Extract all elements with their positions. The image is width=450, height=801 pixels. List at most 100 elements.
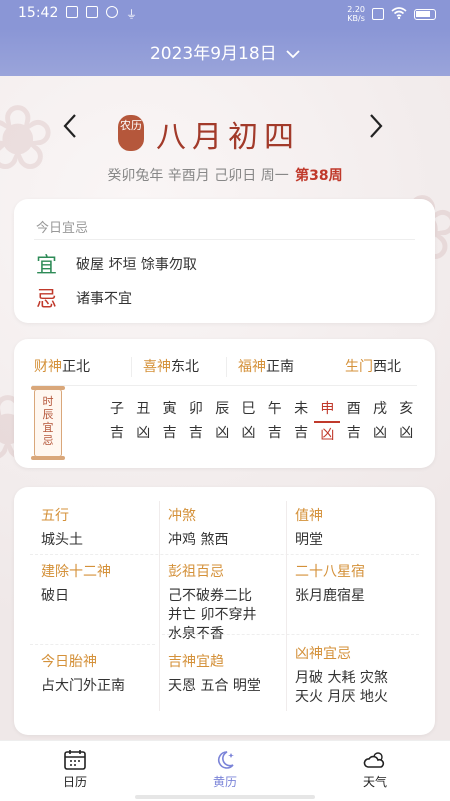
- shichen-luck: 吉: [110, 425, 124, 441]
- shichen-zhi: 午: [267, 401, 282, 417]
- calendar-icon: [63, 749, 87, 771]
- shichen-hour: 酉吉: [341, 397, 367, 445]
- shichen-luck: 吉: [162, 425, 177, 441]
- shichen-zhi: 亥: [399, 401, 414, 417]
- gods-hours-card[interactable]: 财神正北 喜神东北 福神正南 生门西北 时辰宜忌 子吉丑凶寅吉卯吉辰凶巳凶午吉未…: [14, 339, 435, 468]
- chevron-left-icon[interactable]: [62, 112, 78, 148]
- chongsha-cell: 冲煞 冲鸡 煞西: [168, 505, 228, 550]
- divider: [32, 385, 417, 386]
- shichen-hour: 辰凶: [209, 397, 235, 445]
- god-cai: 财神正北: [34, 359, 90, 375]
- xiongshen-cell: 凶神宜忌 月破 大耗 灾煞 天火 月厌 地火: [295, 643, 388, 707]
- xiongshen-value: 月破 大耗 灾煞 天火 月厌 地火: [295, 670, 388, 705]
- shichen-luck: 吉: [346, 425, 361, 441]
- shichen-hour: 亥凶: [393, 397, 419, 445]
- divider: [159, 501, 160, 711]
- battery-icon: [414, 8, 436, 20]
- notification-icons: ⏚: [66, 6, 137, 22]
- shichen-hour: 卯吉: [183, 397, 209, 445]
- xiongshen-label: 凶神宜忌: [295, 646, 351, 662]
- jianchu-cell: 建除十二神 破日: [41, 561, 111, 606]
- shichen-scroll-label: 时辰宜忌: [31, 386, 65, 460]
- shichen-zhi: 辰: [215, 401, 230, 417]
- shichen-luck: 凶: [399, 425, 414, 441]
- usb-icon: ⏚: [126, 8, 137, 21]
- shichen-zhi: 未: [294, 401, 309, 417]
- today-yiji-card[interactable]: 今日宜忌 宜 破屋 坏垣 馀事勿取 忌 诸事不宜: [14, 199, 435, 323]
- wuxing-cell: 五行 城头土: [41, 505, 83, 550]
- tab-almanac[interactable]: 黄历: [175, 747, 275, 790]
- date-selector[interactable]: 2023年9月18日: [0, 39, 450, 64]
- shichen-zhi: 丑: [136, 401, 151, 417]
- shichen-zhi: 酉: [346, 401, 361, 417]
- shichen-luck: 吉: [188, 425, 203, 441]
- jianchu-value: 破日: [41, 588, 69, 604]
- pengzu-label: 彭祖百忌: [168, 564, 224, 580]
- scroll-cap: [31, 386, 65, 390]
- status-bar: 15:42 ⏚ 2.20 KB/s: [0, 0, 450, 28]
- lunar-date: 八月初四: [156, 120, 300, 155]
- shichen-luck: 凶: [241, 425, 256, 441]
- current-date: 2023年9月18日: [149, 44, 277, 64]
- ganzhi-text: 癸卯兔年 辛酉月 己卯日 周一: [107, 168, 289, 184]
- shichen-zhi: 寅: [162, 401, 177, 417]
- shichen-luck: 吉: [267, 425, 282, 441]
- divider: [30, 554, 419, 555]
- shichen-luck: 凶: [136, 425, 151, 441]
- zhishen-cell: 值神 明堂: [295, 505, 323, 550]
- ji-mark: 忌: [36, 287, 57, 311]
- tab-weather[interactable]: 天气: [325, 747, 425, 790]
- home-indicator[interactable]: [135, 795, 315, 799]
- chevron-right-icon[interactable]: [368, 112, 384, 148]
- yiji-title: 今日宜忌: [36, 221, 89, 236]
- xingxiu-value: 张月鹿宿星: [295, 588, 365, 604]
- shichen-zhi: 卯: [188, 401, 203, 417]
- divider: [34, 239, 415, 240]
- sync-icon: [106, 6, 118, 18]
- chongsha-value: 冲鸡 煞西: [168, 532, 229, 548]
- net-speed: 2.20 KB/s: [347, 5, 365, 23]
- sim-icon: [372, 8, 384, 20]
- divider: [286, 501, 287, 711]
- ganzhi-line: 癸卯兔年 辛酉月 己卯日 周一 第38周: [0, 165, 450, 185]
- header: 2023年9月18日: [0, 28, 450, 76]
- taishen-label: 今日胎神: [41, 654, 97, 670]
- divider: [30, 644, 155, 645]
- pengzu-cell: 彭祖百忌 己不破券二比 并亡 卯不穿井 水泉不香: [168, 561, 256, 644]
- god-shengmen: 生门西北: [345, 359, 401, 375]
- zhishen-value: 明堂: [295, 532, 323, 548]
- ji-text: 诸事不宜: [76, 291, 132, 307]
- moon-star-icon: [213, 749, 237, 771]
- shichen-label-text: 时辰宜忌: [42, 395, 54, 447]
- yi-mark: 宜: [36, 253, 57, 277]
- shichen-hour: 子吉: [104, 397, 130, 445]
- system-icons: 2.20 KB/s: [347, 5, 436, 23]
- shichen-zhi: 子: [110, 401, 124, 417]
- zhishen-label: 值神: [295, 508, 323, 524]
- jishen-value: 天恩 五合 明堂: [168, 678, 261, 694]
- wuxing-value: 城头土: [41, 532, 83, 548]
- tab-almanac-label: 黄历: [212, 775, 237, 789]
- jishen-cell: 吉神宜趋 天恩 五合 明堂: [168, 651, 261, 696]
- shichen-zhi: 巳: [241, 401, 256, 417]
- wifi-icon: [391, 6, 407, 22]
- tab-weather-label: 天气: [362, 775, 387, 789]
- chongsha-label: 冲煞: [168, 508, 196, 524]
- shichen-hour: 丑凶: [130, 397, 156, 445]
- tab-calendar[interactable]: 日历: [25, 747, 125, 790]
- shichen-luck: 凶: [373, 425, 387, 441]
- chevron-down-icon: [286, 44, 300, 64]
- details-card[interactable]: 五行 城头土 冲煞 冲鸡 煞西 值神 明堂 建除十二神 破日 彭祖百忌 己不破券…: [14, 487, 435, 735]
- god-fu: 福神正南: [238, 359, 294, 375]
- shichen-zhi: 申: [314, 397, 341, 423]
- xingxiu-cell: 二十八星宿 张月鹿宿星: [295, 561, 365, 606]
- tab-bar: 日历 黄历 天气: [0, 740, 450, 801]
- taishen-cell: 今日胎神 占大门外正南: [41, 651, 125, 696]
- taishen-value: 占大门外正南: [41, 678, 125, 694]
- cloud-sun-icon: [363, 749, 387, 771]
- status-time: 15:42: [18, 5, 59, 21]
- lunar-seal: 农历: [118, 115, 144, 151]
- divider: [226, 357, 227, 377]
- shichen-zhi: 戌: [373, 401, 387, 417]
- jishen-label: 吉神宜趋: [168, 654, 224, 670]
